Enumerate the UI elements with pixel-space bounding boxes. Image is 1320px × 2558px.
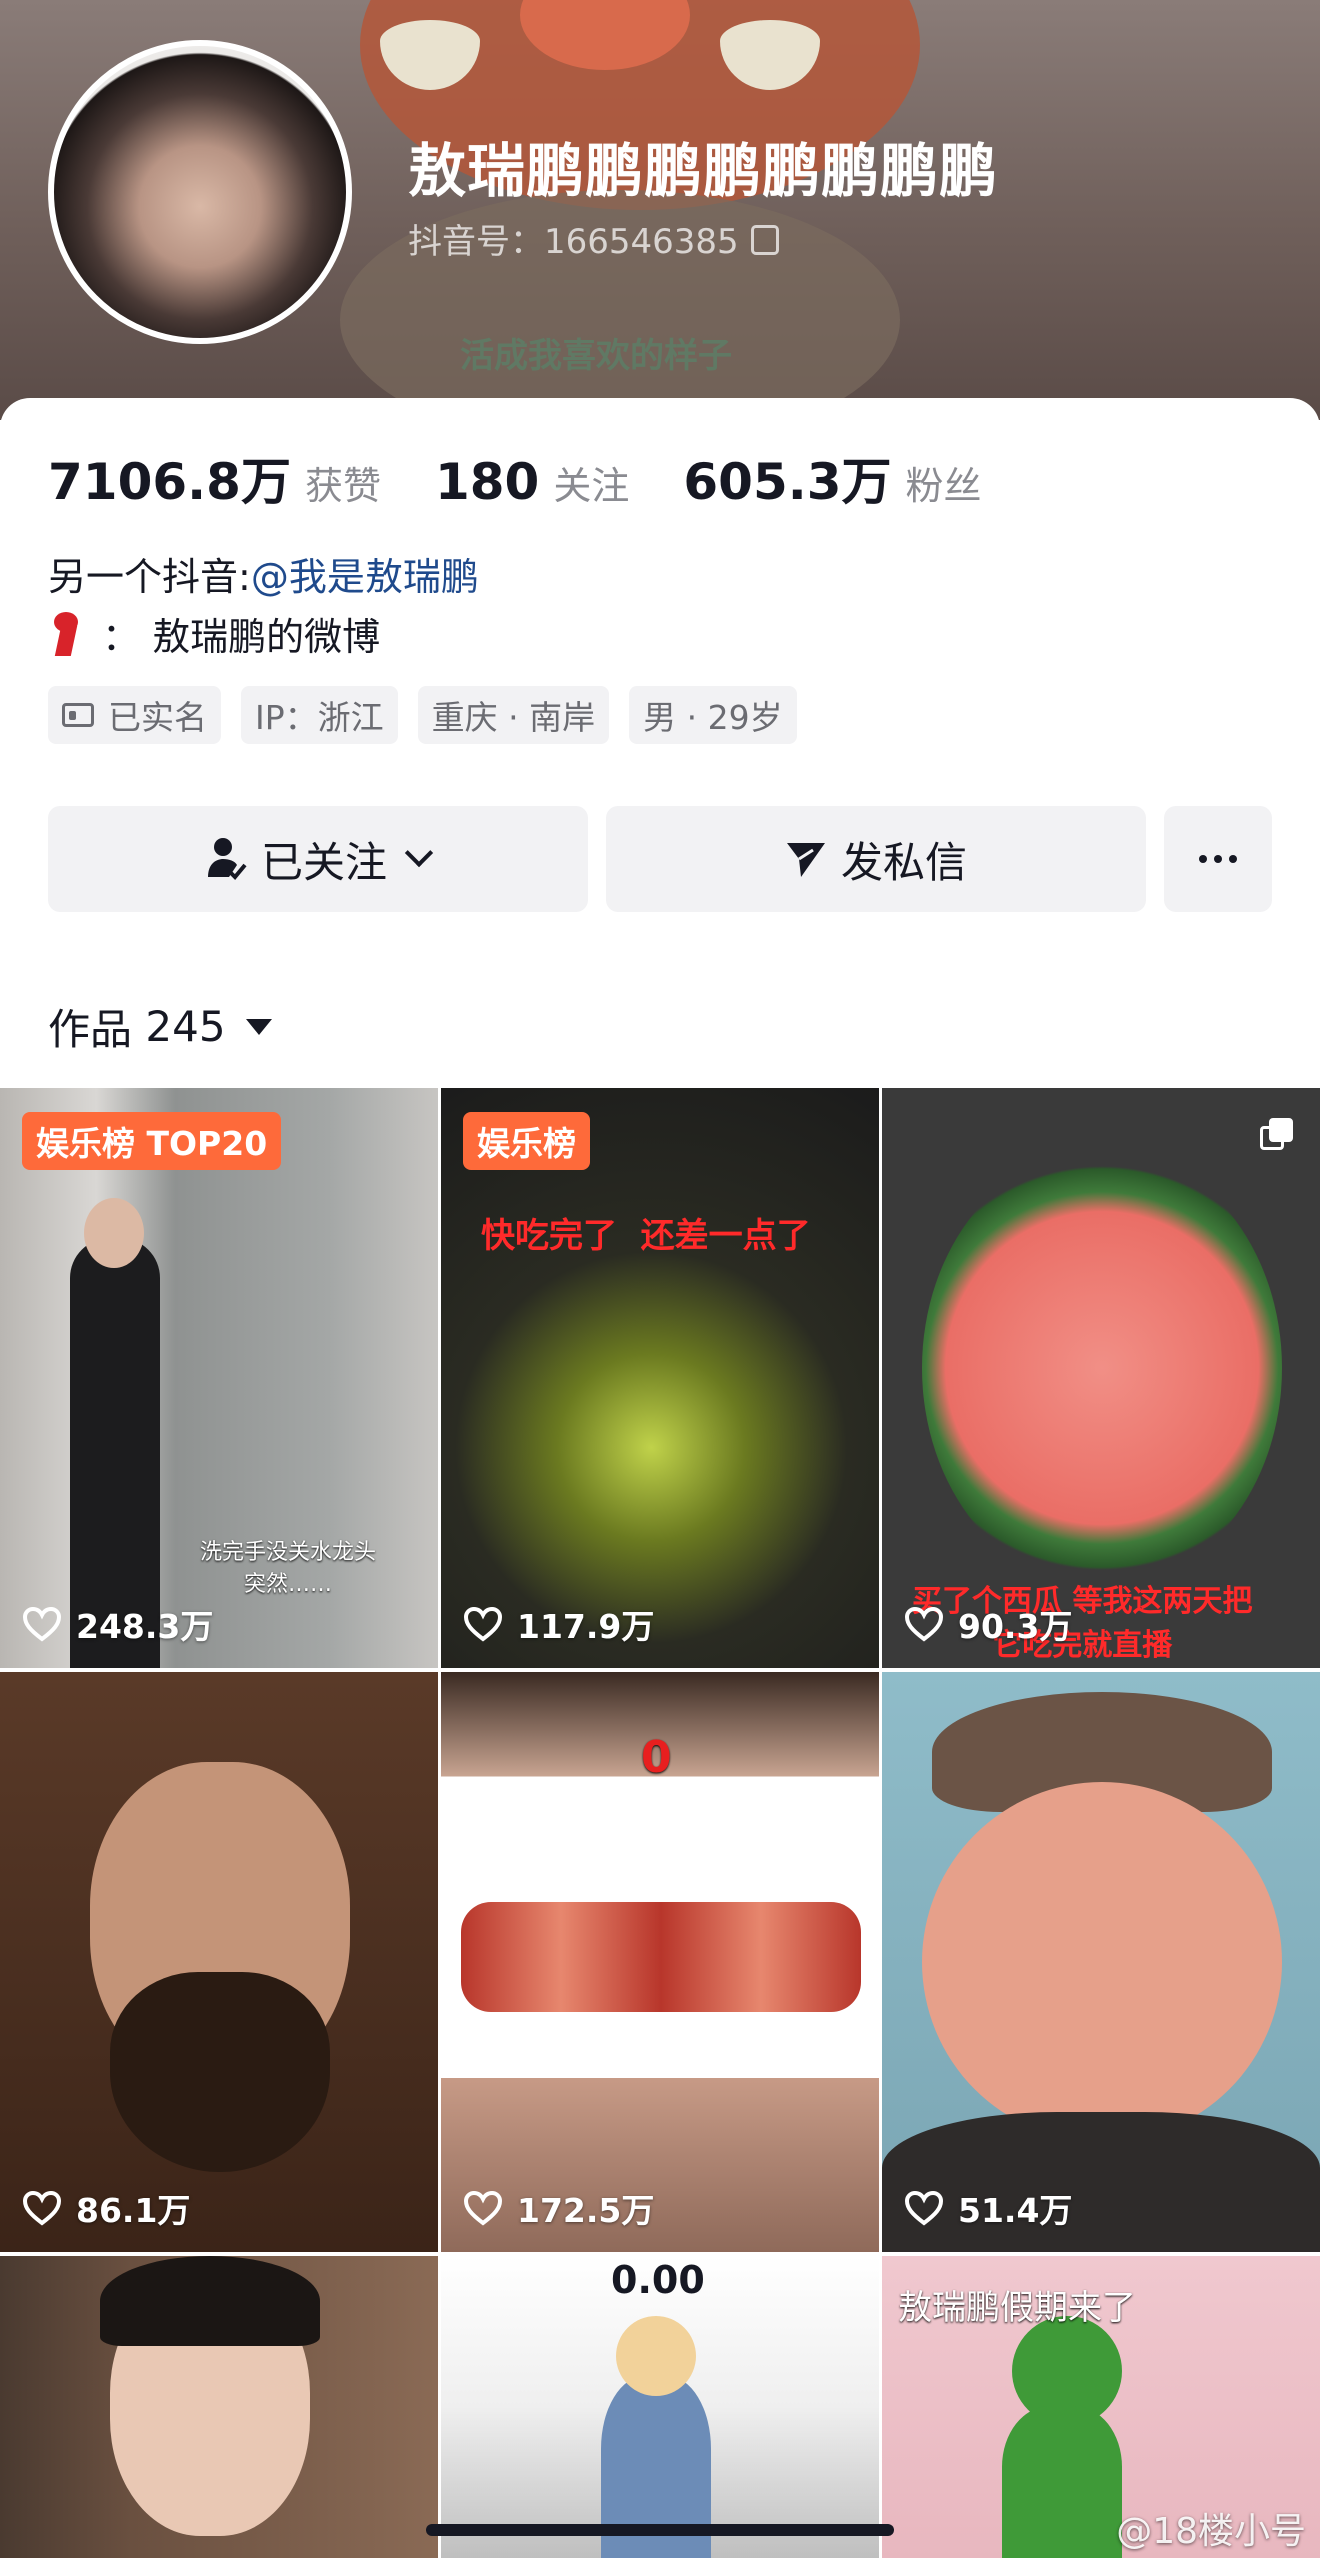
ranking-badge: 娱乐榜 TOP20 [22,1112,282,1170]
tag-ip: IP：浙江 [241,686,398,744]
home-indicator[interactable] [426,2524,894,2536]
video-likes: 117.9万 [463,1600,654,1648]
video-tile[interactable]: 洗完手没关水龙头 突然…… 娱乐榜 TOP20 248.3万 [0,1088,438,1668]
tag-verified: 已实名 [48,686,221,744]
video-likes-count: 117.9万 [517,1607,655,1646]
video-caption: 0.00 [611,2258,705,2302]
heart-icon [904,1606,944,1642]
profile-nickname: 敖瑞鹏鹏鹏鹏鹏鹏鹏鹏 [408,137,999,205]
bio-line-2: ： 敖瑞鹏的微博 [48,606,380,661]
video-caption: 洗完手没关水龙头 突然…… [200,1540,377,1597]
video-tile[interactable] [0,2256,438,2558]
heart-icon [904,2190,944,2226]
heart-icon [22,1606,62,1642]
tag-gender-age: 男 · 29岁 [629,686,797,744]
video-tile[interactable]: 0 172.5万 [441,1672,879,2252]
video-likes: 51.4万 [904,2184,1072,2232]
video-likes-count: 90.3万 [958,1607,1073,1646]
works-count: 245 [145,1002,226,1051]
profile-tags: 已实名 IP：浙江 重庆 · 南岸 男 · 29岁 [48,686,797,744]
video-likes-count: 51.4万 [958,2191,1073,2230]
video-tile[interactable]: 快吃完了 还差一点了 娱乐榜 117.9万 [441,1088,879,1668]
multi-image-icon [1260,1118,1294,1152]
works-tab[interactable]: 作品 245 [48,996,272,1057]
douyin-id-text: 抖音号：166546385 [408,222,739,262]
bio-mention-link[interactable]: @我是敖瑞鹏 [251,555,479,599]
video-likes: 86.1万 [22,2184,190,2232]
copy-icon[interactable] [750,225,779,255]
video-likes: 90.3万 [904,1600,1072,1648]
bio-prefix: 另一个抖音: [48,555,251,599]
heart-icon [22,2190,62,2226]
video-caption: 敖瑞鹏假期来了 [898,2288,1136,2328]
bio-line-1: 另一个抖音:@我是敖瑞鹏 [48,546,479,601]
profile-stats: 7106.8万 获赞 180 关注 605.3万 粉丝 [48,442,1036,514]
ranking-badge: 娱乐榜 [463,1112,590,1170]
tag-verified-label: 已实名 [108,698,207,737]
profile-avatar[interactable] [48,40,352,344]
video-likes-count: 248.3万 [76,1607,214,1646]
tag-location: 重庆 · 南岸 [417,686,610,744]
video-likes: 172.5万 [463,2184,654,2232]
heart-icon [463,1606,503,1642]
following-button-label: 已关注 [260,837,387,887]
video-tile[interactable]: 买了个西瓜 等我这两天把 它吃完就直播 90.3万 [882,1088,1320,1668]
video-tile[interactable]: 86.1万 [0,1672,438,2252]
send-icon [786,843,825,877]
ribbon-icon [48,611,84,656]
weibo-watermark: @18楼小号 [1116,2511,1306,2552]
chevron-down-icon [404,838,434,868]
user-check-icon [207,838,247,880]
video-likes: 248.3万 [22,1600,213,1648]
douyin-id: 抖音号：166546385 [408,214,779,263]
likes-label: 获赞 [304,464,381,508]
heart-icon [463,2190,503,2226]
video-caption: 0 [641,1732,672,1783]
cover-slogan: 活成我喜欢的样子 [460,336,732,376]
following-button[interactable]: 已关注 [48,806,588,912]
following-label: 关注 [553,464,630,508]
message-button-label: 发私信 [840,837,967,887]
bio-weibo-text: ： 敖瑞鹏的微博 [102,615,381,659]
works-label: 作品 [48,1005,133,1054]
likes-count[interactable]: 7106.8万 [48,442,291,514]
caret-down-icon [245,1018,272,1035]
followers-label: 粉丝 [905,464,982,508]
more-icon [1199,855,1237,863]
following-count[interactable]: 180 [435,453,539,511]
video-caption: 快吃完了 还差一点了 [481,1216,811,1256]
id-card-icon [62,703,94,727]
more-button[interactable] [1164,806,1272,912]
video-likes-count: 86.1万 [76,2191,191,2230]
message-button[interactable]: 发私信 [606,806,1146,912]
followers-count[interactable]: 605.3万 [683,442,891,514]
video-tile[interactable]: 51.4万 [882,1672,1320,2252]
video-likes-count: 172.5万 [517,2191,655,2230]
video-tile[interactable]: 0.00 [441,2256,879,2558]
